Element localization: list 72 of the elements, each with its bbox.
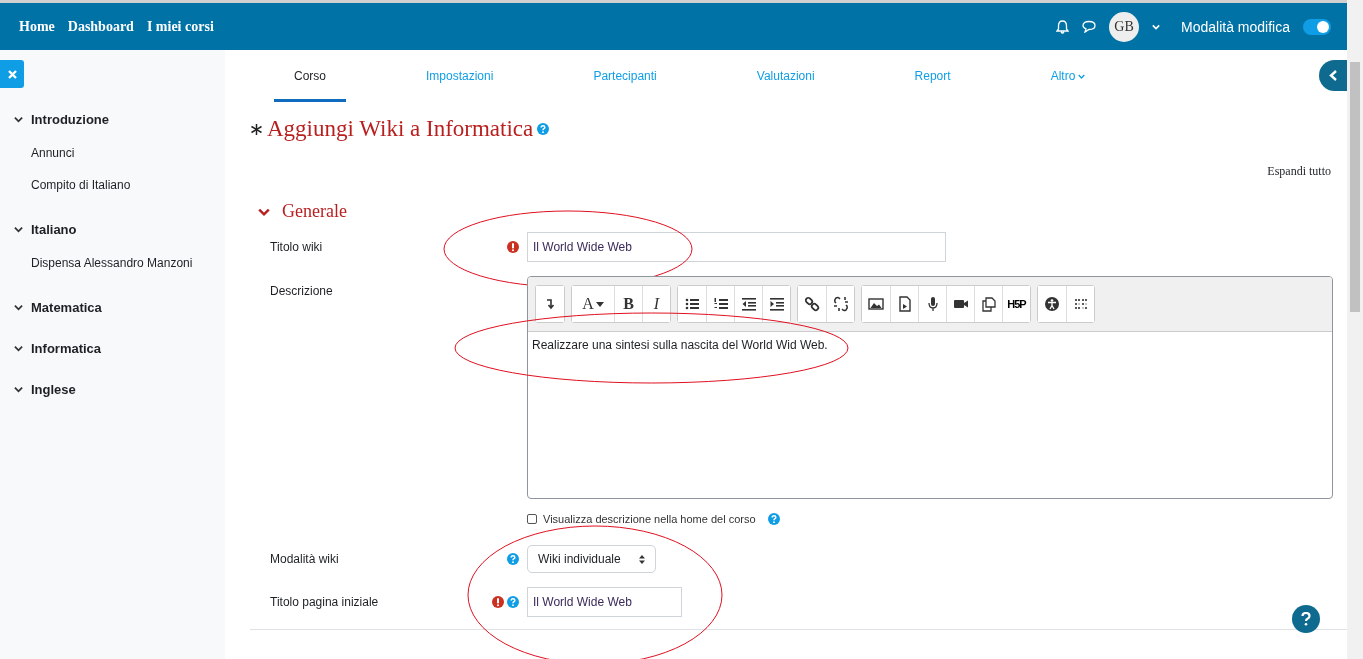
- expand-all-link[interactable]: Espandi tutto: [250, 164, 1331, 179]
- checkbox[interactable]: [527, 514, 537, 524]
- numbered-list-icon: [712, 296, 729, 312]
- close-icon: [7, 69, 17, 79]
- editor-text: Realizzare una sintesi sulla nascita del World Wid Web.: [531, 337, 829, 354]
- copy-icon: [980, 296, 997, 312]
- chevron-down-icon: [1152, 22, 1161, 31]
- media-file-icon: [896, 296, 913, 312]
- section-title: Italiano: [31, 222, 77, 237]
- image-icon: [868, 296, 884, 312]
- nav-tab[interactable]: Corso: [274, 57, 346, 102]
- nav-link[interactable]: Dashboard: [67, 18, 134, 35]
- sidebar-item[interactable]: Dispensa Alessandro Manzoni: [0, 247, 225, 279]
- outdent-icon: [740, 296, 757, 312]
- section-title: Matematica: [31, 300, 102, 315]
- bullet-list-icon: [684, 296, 700, 312]
- field-label: Descrizione: [270, 283, 334, 298]
- accessibility-icon: [1044, 296, 1060, 312]
- field-label: Titolo pagina iniziale: [270, 595, 380, 609]
- sort-arrows-icon: [639, 554, 645, 564]
- chevron-down-icon: [14, 115, 23, 124]
- chevron-down-icon: [14, 225, 23, 234]
- edit-mode-toggle[interactable]: [1303, 18, 1331, 35]
- section-header[interactable]: Inglese: [0, 372, 225, 407]
- unlink-icon: [832, 296, 849, 312]
- indent-button[interactable]: [762, 286, 790, 322]
- nav-link[interactable]: I miei corsi: [146, 18, 214, 35]
- field-label: Titolo wiki: [270, 240, 324, 254]
- section-header[interactable]: Italiano: [0, 212, 225, 247]
- scrollbar-thumb[interactable]: [1350, 62, 1360, 312]
- link-icon: [804, 296, 820, 312]
- chat-icon[interactable]: [1082, 20, 1097, 33]
- help-icon[interactable]: [537, 123, 550, 135]
- help-icon[interactable]: [507, 553, 519, 565]
- checkbox-label: Visualizza descrizione nella home del corso: [543, 513, 756, 525]
- user-avatar[interactable]: GB: [1109, 11, 1140, 42]
- asterisk-icon: [250, 122, 263, 136]
- italic-button[interactable]: I: [642, 286, 670, 322]
- braille-icon: [1072, 296, 1089, 312]
- text-input[interactable]: Il World Wide Web: [527, 232, 946, 262]
- unlink-button[interactable]: [826, 286, 854, 322]
- h5p-button[interactable]: H5P: [1002, 286, 1030, 322]
- section-title: Generale: [282, 201, 347, 222]
- nav-link[interactable]: Home: [19, 18, 55, 35]
- page-title: Aggiungi Wiki a Informatica: [267, 116, 534, 142]
- help-icon[interactable]: [767, 513, 780, 525]
- chevron-down-icon: [14, 344, 23, 353]
- bell-icon[interactable]: [1056, 19, 1070, 34]
- help-button[interactable]: [1292, 605, 1320, 633]
- section-title: Informatica: [31, 341, 102, 356]
- section-header[interactable]: Introduzione: [0, 102, 225, 137]
- chevron-down-icon: [14, 385, 23, 394]
- section-title: Introduzione: [31, 112, 109, 127]
- edit-mode-label: Modalità modifica: [1181, 18, 1290, 35]
- select-dropdown[interactable]: Wiki individuale: [527, 545, 656, 573]
- open-drawer-button[interactable]: [1319, 60, 1347, 91]
- help-icon[interactable]: [507, 596, 519, 608]
- section-header[interactable]: Matematica: [0, 290, 225, 325]
- text-input[interactable]: Il World Wide Web: [527, 587, 682, 617]
- text-editor[interactable]: A B I H5P Realizzare una sintesi sulla nascita del World Wid Web.: [527, 276, 1333, 499]
- section-title: Inglese: [31, 382, 76, 397]
- field-label: Modalità wiki: [270, 552, 340, 566]
- collapse-toolbar-button[interactable]: [536, 286, 564, 322]
- braille-button[interactable]: [1066, 286, 1094, 322]
- question-mark-icon: [1301, 612, 1311, 626]
- chevron-down-icon: [14, 303, 23, 312]
- close-drawer-button[interactable]: [0, 60, 24, 88]
- sidebar-item[interactable]: Compito di Italiano: [0, 169, 225, 201]
- sidebar-item[interactable]: Annunci: [0, 137, 225, 169]
- chevron-left-icon: [1328, 70, 1338, 81]
- section-header[interactable]: Informatica: [0, 331, 225, 366]
- indent-icon: [768, 296, 785, 312]
